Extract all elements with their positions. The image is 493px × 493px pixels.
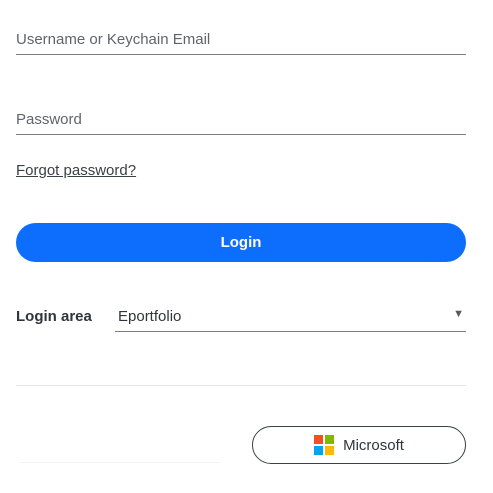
microsoft-login-button[interactable]: Microsoft (252, 426, 466, 464)
microsoft-button-label: Microsoft (343, 436, 404, 454)
login-area-label: Login area (16, 308, 92, 325)
login-area-selected-value: Eportfolio (118, 308, 182, 325)
microsoft-logo-icon (314, 435, 335, 455)
username-input[interactable] (16, 31, 466, 48)
username-field[interactable] (16, 18, 466, 55)
login-area-select[interactable]: Eportfolio ▼ (115, 300, 466, 332)
forgot-password-link[interactable]: Forgot password? (16, 162, 136, 179)
password-input[interactable] (16, 111, 466, 128)
divider (16, 385, 466, 386)
password-field[interactable] (16, 98, 466, 135)
triangle-down-icon: ▼ (453, 308, 464, 320)
login-button[interactable]: Login (16, 223, 466, 262)
faint-divider (20, 462, 220, 463)
login-page: Forgot password? Login Login area Eportf… (0, 0, 493, 493)
